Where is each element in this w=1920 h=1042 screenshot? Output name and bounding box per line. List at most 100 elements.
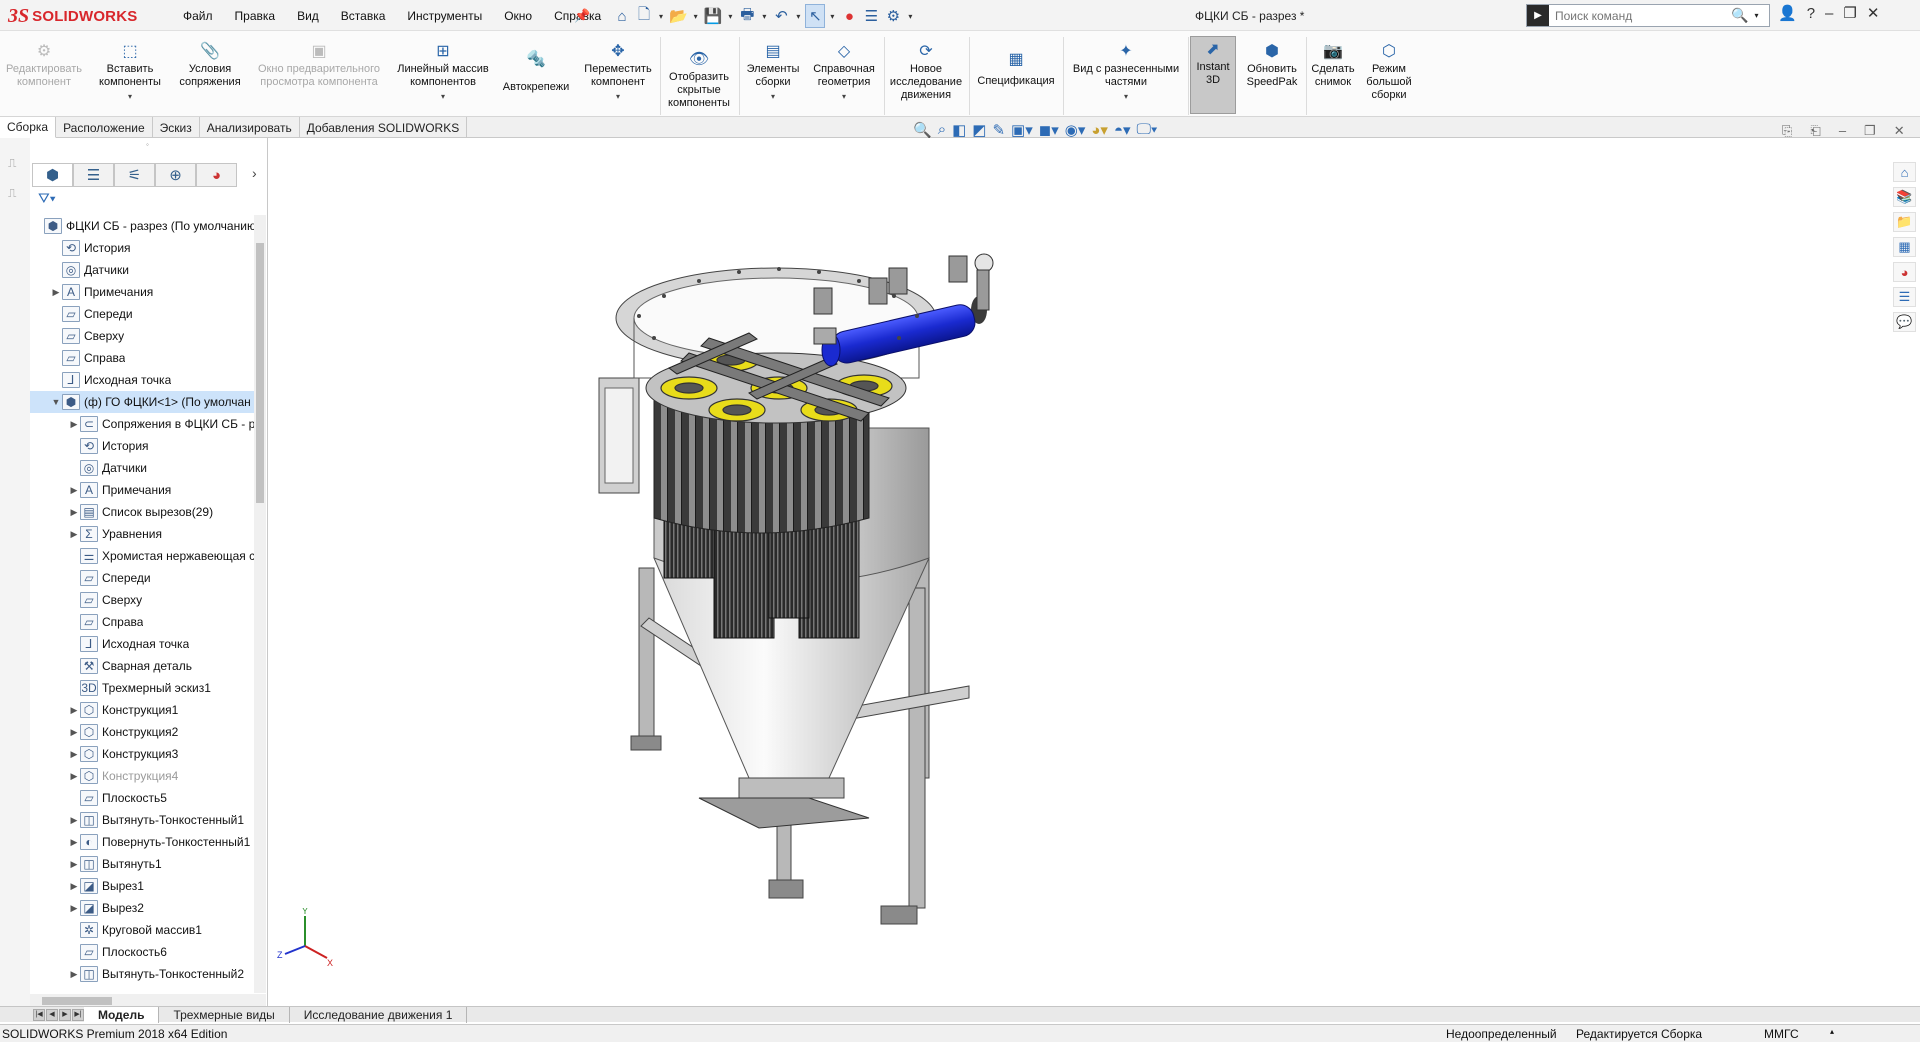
section-view-icon[interactable]: ◩ [972,121,986,139]
file-explorer-icon[interactable]: 📁 [1893,212,1916,232]
expand-right-icon[interactable]: ▶ [68,507,80,518]
expand-right-icon[interactable]: ▶ [68,903,80,914]
speedpak-button[interactable]: ⬢ Обновить SpeedPak [1240,41,1304,89]
tab-evaluate[interactable]: Анализировать [200,117,300,138]
filter-model[interactable] [598,253,994,925]
save-icon[interactable]: 💾 [703,4,724,28]
view-palette-icon[interactable]: ▦ [1893,237,1916,257]
expand-right-icon[interactable]: ▶ [68,485,80,496]
expand-down-icon[interactable]: ▼ [50,397,62,407]
snapshot-button[interactable]: 📷 Сделать снимок [1308,41,1358,89]
preview-window-button[interactable]: ▣ Окно предварительного просмотра компон… [248,41,390,89]
feature-tree-tab-icon[interactable]: ⬢ [32,163,73,187]
smart-fasteners-button[interactable]: 🔩 Автокрепежи [497,49,575,94]
filter-icon[interactable]: ⛛▾ [38,190,56,207]
print-icon[interactable]: 🖶 [737,4,757,28]
tree-item[interactable]: ▶ ⬡ Конструкция4 [30,765,254,787]
help-icon[interactable]: ? [1807,5,1815,22]
minimize-doc-icon[interactable]: – [1839,123,1846,139]
scrollbar-thumb[interactable] [42,997,112,1005]
first-tab-icon[interactable]: |◀ [33,1008,45,1021]
tree-item[interactable]: ▱ Сверху [30,325,254,347]
tree-item[interactable]: ⚒ Сварная деталь [30,655,254,677]
scrollbar-thumb[interactable] [256,243,264,503]
expand-right-icon[interactable]: ▶ [50,287,62,298]
tree-item[interactable]: ▱ Справа [30,611,254,633]
close-icon[interactable]: ✕ [1867,4,1880,22]
previous-view-icon[interactable]: ◧ [952,121,966,139]
apply-scene-icon[interactable]: ◓▾ [1114,121,1131,139]
home-icon[interactable]: ⌂ [612,4,632,28]
save-dropdown-icon[interactable]: ▾ [725,12,735,21]
tree-item[interactable]: ▱ Плоскость5 [30,787,254,809]
file-properties-icon[interactable]: ☰ [861,4,881,28]
sketch-toggle-icon[interactable]: ⎍ [8,186,16,201]
search-icon[interactable]: 🔍 [1731,7,1748,24]
configuration-manager-tab-icon[interactable]: ⚟ [114,163,155,187]
design-library-icon[interactable]: 📚 [1893,187,1916,207]
tree-item[interactable]: ▶ ▤ Список вырезов(29) [30,501,254,523]
expand-right-icon[interactable]: ▶ [68,881,80,892]
search-input[interactable] [1549,5,1729,26]
tree-item[interactable]: ▶ ⬡ Конструкция3 [30,743,254,765]
menu-insert[interactable]: Вставка [330,9,397,23]
tab-assembly[interactable]: Сборка [0,117,57,138]
tab-model[interactable]: Модель [84,1006,160,1023]
menu-file[interactable]: Файл [172,9,224,23]
insert-components-button[interactable]: ⬚ Вставить компоненты ▾ [92,41,168,103]
tree-item[interactable]: ✲ Круговой массив1 [30,919,254,941]
dimxpert-tab-icon[interactable]: ⊕ [155,163,196,187]
tree-item[interactable]: ▱ Сверху [30,589,254,611]
tab-layout[interactable]: Расположение [56,117,153,138]
appearances-icon[interactable]: ◕ [1893,262,1916,282]
chevron-down-icon[interactable]: ▾ [1124,90,1128,103]
assembly-features-button[interactable]: ▤ Элементы сборки ▾ [742,41,804,103]
select-dropdown-icon[interactable]: ▾ [827,12,837,21]
tree-item[interactable]: ▶ ◪ Вырез2 [30,897,254,919]
expand-right-icon[interactable]: ▶ [68,749,80,760]
expand-right-icon[interactable]: ▶ [68,705,80,716]
edit-appearance-icon[interactable]: ◕▾ [1091,121,1108,139]
tree-item[interactable]: ⚌ Хромистая нержавеющая с [30,545,254,567]
menu-edit[interactable]: Правка [224,9,287,23]
display-manager-tab-icon[interactable]: ◕ [196,163,237,187]
chevron-down-icon[interactable]: ▾ [128,90,132,103]
chevron-down-icon[interactable]: ▾ [616,90,620,103]
new-dropdown-icon[interactable]: ▾ [656,12,666,21]
options-dropdown-icon[interactable]: ▾ [905,12,915,21]
restore-icon[interactable]: ❐ [1843,4,1856,22]
tree-item[interactable]: ⅃ Исходная точка [30,633,254,655]
expand-right-icon[interactable]: ▶ [68,419,80,430]
prev-tab-icon[interactable]: ◀ [46,1008,58,1021]
tree-item[interactable]: ▱ Плоскость6 [30,941,254,963]
tree-item[interactable]: ▶ A Примечания [30,479,254,501]
solidworks-logo[interactable]: 3S SOLIDWORKS [8,4,156,28]
linear-pattern-button[interactable]: ⊞ Линейный массив компонентов ▾ [392,41,494,103]
expand-right-icon[interactable]: ▶ [68,771,80,782]
instant3d-button[interactable]: ⬈ Instant 3D [1190,36,1236,114]
chevron-down-icon[interactable]: ▾ [842,90,846,103]
chevron-down-icon[interactable]: ▾ [771,90,775,103]
chevron-down-icon[interactable]: ▾ [441,90,445,103]
edit-component-button[interactable]: ⚙ Редактировать компонент [6,41,82,89]
tree-item[interactable]: ▶ A Примечания [30,281,254,303]
menu-window[interactable]: Окно [493,9,543,23]
open-dropdown-icon[interactable]: ▾ [691,12,701,21]
undo-icon[interactable]: ↶ [771,4,791,28]
search-dropdown-icon[interactable]: ▾ [1754,11,1758,20]
open-icon[interactable]: 📂 [668,4,689,28]
minimize-icon[interactable]: – [1825,5,1833,22]
tree-item[interactable]: ⬢ ФЦКИ СБ - разрез (По умолчанию [30,215,254,237]
select-cursor-icon[interactable]: ↖ [805,4,826,28]
view-settings-icon[interactable]: 🖵▾ [1137,121,1158,139]
custom-properties-icon[interactable]: ☰ [1893,287,1916,307]
tree-item[interactable]: ▶ ◐ Повернуть-Тонкостенный1 [30,831,254,853]
tree-item[interactable]: 3D Трехмерный эскиз1 [30,677,254,699]
tree-item[interactable]: ▱ Справа [30,347,254,369]
expand-right-icon[interactable]: ▶ [68,529,80,540]
pin-icon[interactable]: 📌 [574,8,590,24]
undo-dropdown-icon[interactable]: ▾ [793,12,803,21]
expand-right-icon[interactable]: ▶ [68,815,80,826]
tab-motion-study[interactable]: Исследование движения 1 [290,1006,468,1023]
reference-geometry-button[interactable]: ◇ Справочная геометрия ▾ [806,41,882,103]
